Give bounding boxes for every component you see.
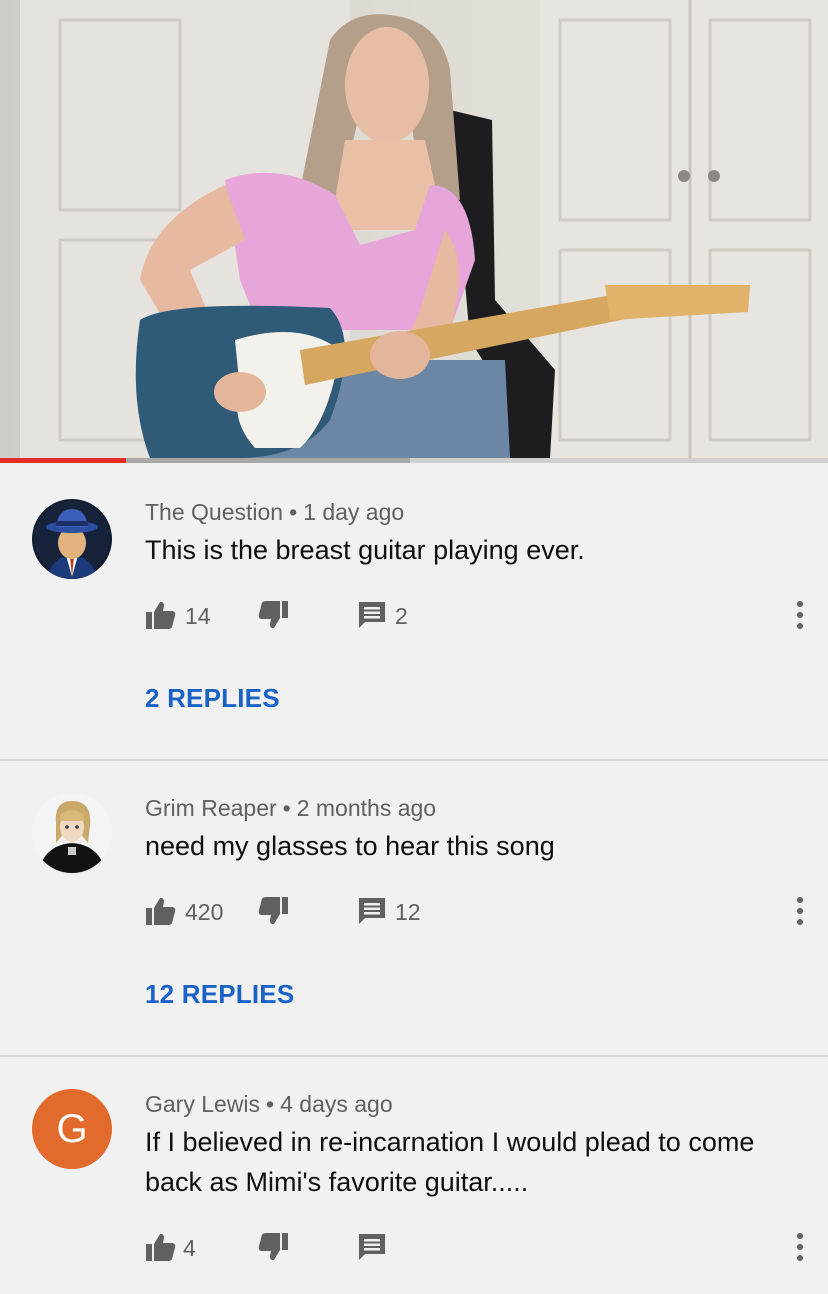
meta-separator: • <box>282 795 291 821</box>
more-options-icon[interactable] <box>785 599 815 631</box>
avatar[interactable] <box>32 793 112 873</box>
meta-separator: • <box>289 499 298 525</box>
thumbs-down-icon[interactable] <box>257 895 289 927</box>
thumbs-up-icon[interactable] <box>145 599 177 631</box>
comment-author[interactable]: The Question <box>145 499 283 525</box>
comment-age: 4 days ago <box>280 1091 393 1117</box>
thumbs-up-icon[interactable] <box>145 1231 177 1263</box>
comment-text: If I believed in re-incarnation I would … <box>145 1127 755 1197</box>
reply-icon[interactable] <box>357 895 389 927</box>
reply-count: 12 <box>395 899 421 925</box>
avatar[interactable]: G <box>32 1089 112 1169</box>
comment-item: The Question • 1 day ago This is the breas… <box>0 463 828 759</box>
comment-author[interactable]: Grim Reaper <box>145 795 277 821</box>
reply-icon[interactable] <box>357 599 389 631</box>
comment-meta: Grim Reaper • 2 months ago <box>145 795 436 822</box>
comment-actions: 420 12 <box>145 895 815 929</box>
view-replies-link[interactable]: 2 REPLIES <box>145 683 280 714</box>
video-frame-image <box>20 0 828 458</box>
comment-meta: The Question • 1 day ago <box>145 499 404 526</box>
comment-author[interactable]: Gary Lewis <box>145 1091 260 1117</box>
comment-text: need my glasses to hear this song <box>145 831 555 861</box>
comment-meta: Gary Lewis • 4 days ago <box>145 1091 393 1118</box>
comment-item: Grim Reaper • 2 months ago need my glasses… <box>0 761 828 1055</box>
more-options-icon[interactable] <box>785 1231 815 1263</box>
like-count: 420 <box>185 899 224 925</box>
thumbs-up-icon[interactable] <box>145 895 177 927</box>
fedora-detective-avatar-icon <box>32 499 112 579</box>
comment-actions: 4 <box>145 1231 815 1265</box>
like-count: 14 <box>185 603 211 629</box>
more-options-icon[interactable] <box>785 895 815 927</box>
comment-item: G Gary Lewis • 4 days ago If I believed in… <box>0 1057 828 1294</box>
comment-age: 2 months ago <box>296 795 437 821</box>
like-count: 4 <box>183 1235 196 1261</box>
comment-actions: 14 2 <box>145 599 815 633</box>
thumbs-down-icon[interactable] <box>257 1231 289 1263</box>
view-replies-link[interactable]: 12 REPLIES <box>145 979 294 1010</box>
reply-icon[interactable] <box>357 1231 389 1263</box>
comment-age: 1 day ago <box>303 499 405 525</box>
reply-count: 2 <box>395 603 408 629</box>
avatar[interactable] <box>32 499 112 579</box>
video-player[interactable] <box>0 0 828 458</box>
comment-text: This is the breast guitar playing ever. <box>145 535 585 565</box>
meta-separator: • <box>266 1091 275 1117</box>
anime-character-avatar-icon <box>32 793 112 873</box>
thumbs-down-icon[interactable] <box>257 599 289 631</box>
